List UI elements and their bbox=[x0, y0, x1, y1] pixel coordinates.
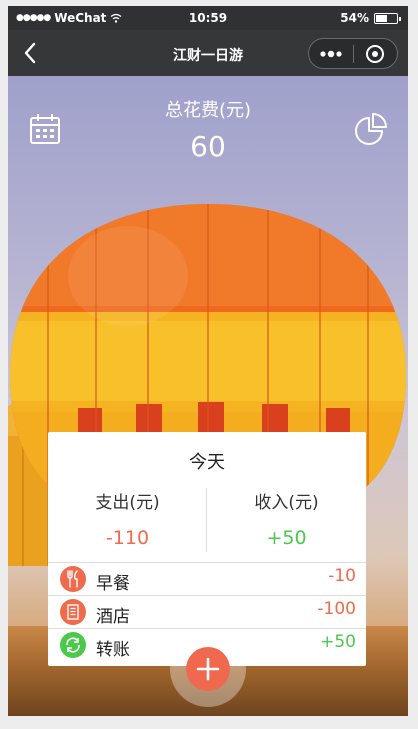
battery-fill bbox=[376, 14, 387, 22]
card-date: 今天 bbox=[189, 452, 225, 473]
item-name: 转账 bbox=[96, 640, 130, 660]
hotel-building-icon bbox=[60, 599, 86, 625]
expense-value: -110 bbox=[105, 527, 150, 549]
more-button[interactable] bbox=[309, 39, 353, 68]
fork-knife-icon bbox=[60, 566, 86, 592]
total-spend-label: 总花费(元) bbox=[164, 100, 252, 121]
hero-background: 总花费(元) 60 今天 支出(元) -110 收入(元) +50 早餐 -10… bbox=[8, 76, 408, 716]
status-bar: ●●●●● WeChat 10:59 54% bbox=[8, 6, 408, 30]
expense-summary: 支出(元) -110 bbox=[48, 488, 207, 549]
transfer-icon bbox=[60, 632, 86, 658]
more-dots-icon bbox=[320, 50, 342, 57]
status-right: 54% bbox=[340, 11, 401, 25]
list-item[interactable]: 早餐 -10 bbox=[48, 563, 366, 596]
target-close-icon bbox=[366, 44, 385, 63]
list-item[interactable]: 酒店 -100 bbox=[48, 596, 366, 629]
phone-screen: ●●●●● WeChat 10:59 54% 江财一日游 总花费(元) 60 今… bbox=[8, 6, 408, 716]
item-name: 早餐 bbox=[96, 574, 130, 594]
close-mini-program-button[interactable] bbox=[354, 39, 398, 68]
income-summary: 收入(元) +50 bbox=[207, 488, 366, 549]
statistics-button[interactable] bbox=[354, 112, 388, 146]
item-amount: -10 bbox=[328, 566, 356, 586]
battery-icon bbox=[374, 12, 401, 24]
plus-icon bbox=[196, 657, 220, 681]
pie-chart-icon bbox=[355, 113, 387, 145]
item-amount: -100 bbox=[317, 599, 356, 619]
battery-percent: 54% bbox=[340, 11, 369, 25]
item-amount: +50 bbox=[320, 632, 356, 652]
total-spend-value: 60 bbox=[190, 130, 226, 163]
mini-program-capsule bbox=[308, 38, 398, 69]
expense-label: 支出(元) bbox=[95, 493, 160, 513]
income-value: +50 bbox=[266, 527, 307, 549]
navigation-bar: 江财一日游 bbox=[8, 30, 408, 76]
item-name: 酒店 bbox=[96, 607, 130, 627]
income-label: 收入(元) bbox=[254, 493, 319, 513]
add-record-button[interactable] bbox=[186, 647, 230, 691]
